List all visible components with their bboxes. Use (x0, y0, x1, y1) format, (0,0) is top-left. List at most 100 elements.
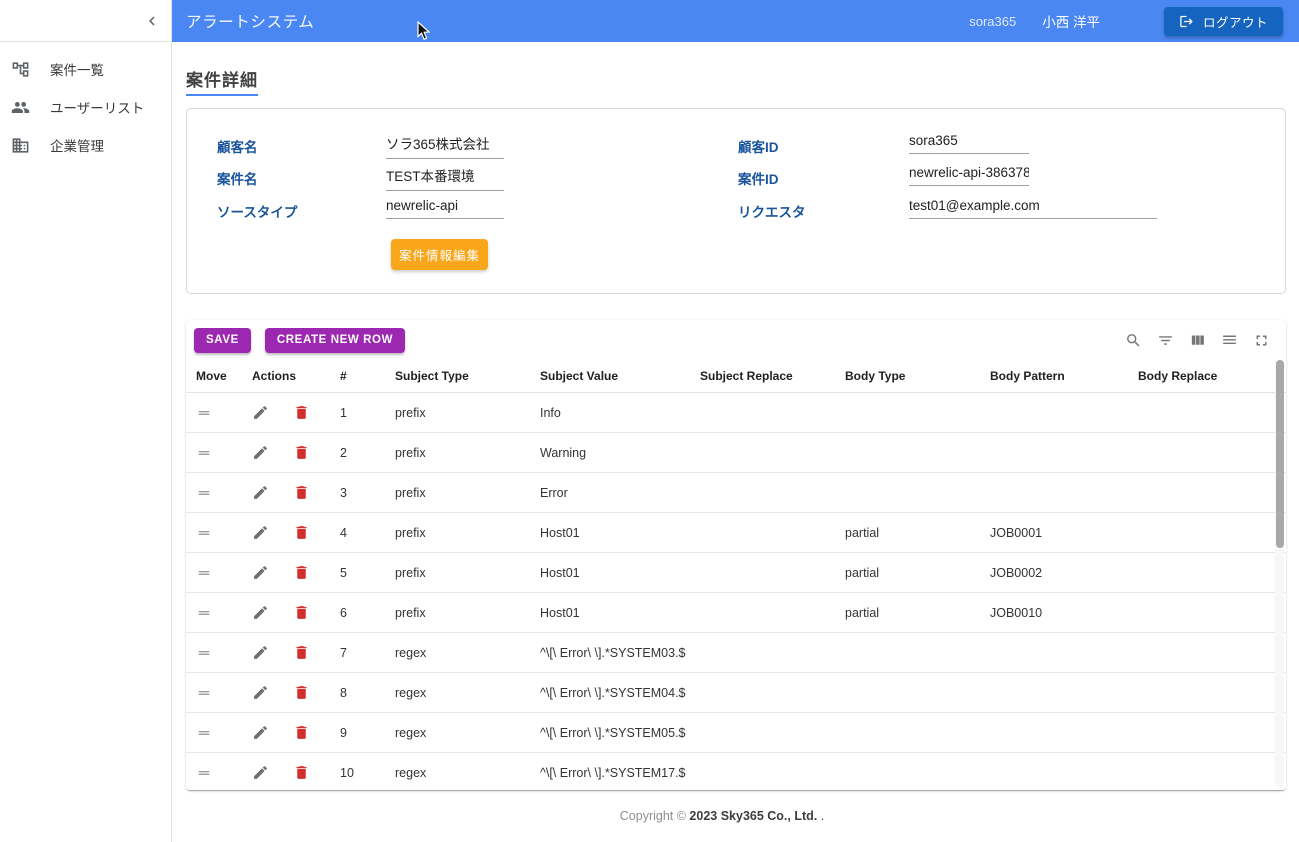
actions-cell (242, 484, 340, 501)
case-detail-card: 顧客名 ソラ365株式会社 案件名 TEST本番環境 ソースタイプ newrel… (186, 108, 1286, 294)
user-id: sora365 (969, 14, 1016, 29)
drag-handle-icon[interactable] (196, 485, 242, 501)
edit-icon[interactable] (252, 484, 269, 501)
body-type-cell: partial (845, 606, 990, 620)
table-row: 9 regex ^\[\ Error\ \].*SYSTEM05.$ (186, 713, 1286, 753)
sidebar-item-user-list[interactable]: ユーザーリスト (0, 88, 171, 126)
appbar-right: sora365 小西 洋平 ログアウト (969, 7, 1283, 36)
subject-type-cell: regex (395, 686, 540, 700)
column-header: Subject Replace (700, 369, 845, 383)
drag-handle-icon[interactable] (196, 565, 242, 581)
sidebar: 案件一覧 ユーザーリスト 企業管理 (0, 0, 172, 842)
subject-value-cell: Host01 (540, 606, 700, 620)
delete-icon[interactable] (293, 404, 310, 421)
source-type-field[interactable]: newrelic-api (386, 198, 504, 219)
row-number: 2 (340, 446, 395, 460)
subject-value-cell: Warning (540, 446, 700, 460)
subject-value-cell: Host01 (540, 526, 700, 540)
delete-icon[interactable] (293, 564, 310, 581)
actions-cell (242, 724, 340, 741)
row-number: 4 (340, 526, 395, 540)
sidebar-item-label: ユーザーリスト (50, 97, 144, 117)
table-row: 4 prefix Host01 partial JOB0001 (186, 513, 1286, 553)
subject-value-cell: ^\[\ Error\ \].*SYSTEM04.$ (540, 686, 700, 700)
scrollbar-thumb[interactable] (1276, 360, 1284, 548)
move-cell (196, 765, 242, 781)
subject-value-cell: Host01 (540, 566, 700, 580)
customer-id-field[interactable]: sora365 (909, 133, 1029, 154)
search-icon[interactable] (1125, 332, 1142, 349)
field-label-customer-name: 顧客名 (217, 136, 258, 156)
save-button[interactable]: SAVE (194, 328, 251, 353)
edit-icon[interactable] (252, 604, 269, 621)
case-id-field[interactable]: newrelic-api-3863784 (909, 165, 1029, 186)
delete-icon[interactable] (293, 484, 310, 501)
delete-icon[interactable] (293, 444, 310, 461)
edit-icon[interactable] (252, 404, 269, 421)
chevron-left-icon[interactable] (141, 10, 163, 32)
delete-icon[interactable] (293, 524, 310, 541)
page-title: 案件詳細 (186, 66, 258, 96)
delete-icon[interactable] (293, 764, 310, 781)
main-content: 案件詳細 顧客名 ソラ365株式会社 案件名 TEST本番環境 ソースタイプ n… (172, 42, 1299, 842)
sidebar-item-label: 企業管理 (50, 135, 104, 155)
footer: Copyright © 2023 Sky365 Co., Ltd. . (172, 809, 1272, 823)
row-number: 5 (340, 566, 395, 580)
table-row: 2 prefix Warning (186, 433, 1286, 473)
drag-handle-icon[interactable] (196, 525, 242, 541)
delete-icon[interactable] (293, 644, 310, 661)
view-columns-icon[interactable] (1189, 332, 1206, 349)
table-scrollbar[interactable] (1275, 360, 1284, 788)
move-cell (196, 605, 242, 621)
drag-handle-icon[interactable] (196, 765, 242, 781)
actions-cell (242, 604, 340, 621)
column-header: Body Replace (1138, 369, 1266, 383)
sidebar-header (0, 0, 171, 42)
logout-button[interactable]: ログアウト (1164, 7, 1283, 36)
edit-icon[interactable] (252, 524, 269, 541)
edit-icon[interactable] (252, 644, 269, 661)
field-label-case-id: 案件ID (738, 168, 779, 188)
edit-case-info-button[interactable]: 案件情報編集 (391, 239, 488, 270)
drag-handle-icon[interactable] (196, 645, 242, 661)
move-cell (196, 445, 242, 461)
edit-icon[interactable] (252, 684, 269, 701)
delete-icon[interactable] (293, 604, 310, 621)
drag-handle-icon[interactable] (196, 685, 242, 701)
row-number: 1 (340, 406, 395, 420)
table-row: 5 prefix Host01 partial JOB0002 (186, 553, 1286, 593)
filter-icon[interactable] (1157, 332, 1174, 349)
column-header: Subject Type (395, 369, 540, 383)
logout-label: ログアウト (1203, 12, 1268, 31)
actions-cell (242, 524, 340, 541)
edit-icon[interactable] (252, 444, 269, 461)
edit-icon[interactable] (252, 724, 269, 741)
table-row: 3 prefix Error (186, 473, 1286, 513)
delete-icon[interactable] (293, 724, 310, 741)
density-icon[interactable] (1221, 332, 1238, 349)
move-cell (196, 405, 242, 421)
column-header: # (340, 369, 395, 383)
account-tree-icon (11, 60, 30, 79)
subject-type-cell: prefix (395, 486, 540, 500)
delete-icon[interactable] (293, 684, 310, 701)
sidebar-item-company-mgmt[interactable]: 企業管理 (0, 126, 171, 164)
table-header-row: Move Actions # Subject Type Subject Valu… (186, 360, 1286, 393)
drag-handle-icon[interactable] (196, 405, 242, 421)
subject-value-cell: ^\[\ Error\ \].*SYSTEM17.$ (540, 766, 700, 780)
customer-name-field[interactable]: ソラ365株式会社 (386, 133, 504, 159)
sidebar-item-case-list[interactable]: 案件一覧 (0, 50, 171, 88)
drag-handle-icon[interactable] (196, 605, 242, 621)
drag-handle-icon[interactable] (196, 445, 242, 461)
create-new-row-button[interactable]: CREATE NEW ROW (265, 328, 405, 353)
fullscreen-icon[interactable] (1253, 332, 1270, 349)
drag-handle-icon[interactable] (196, 725, 242, 741)
subject-type-cell: regex (395, 726, 540, 740)
edit-icon[interactable] (252, 764, 269, 781)
requester-field[interactable]: test01@example.com (909, 198, 1157, 219)
copyright-prefix: Copyright © (620, 809, 690, 823)
case-name-field[interactable]: TEST本番環境 (386, 165, 504, 191)
edit-icon[interactable] (252, 564, 269, 581)
column-header: Actions (242, 369, 340, 383)
actions-cell (242, 764, 340, 781)
